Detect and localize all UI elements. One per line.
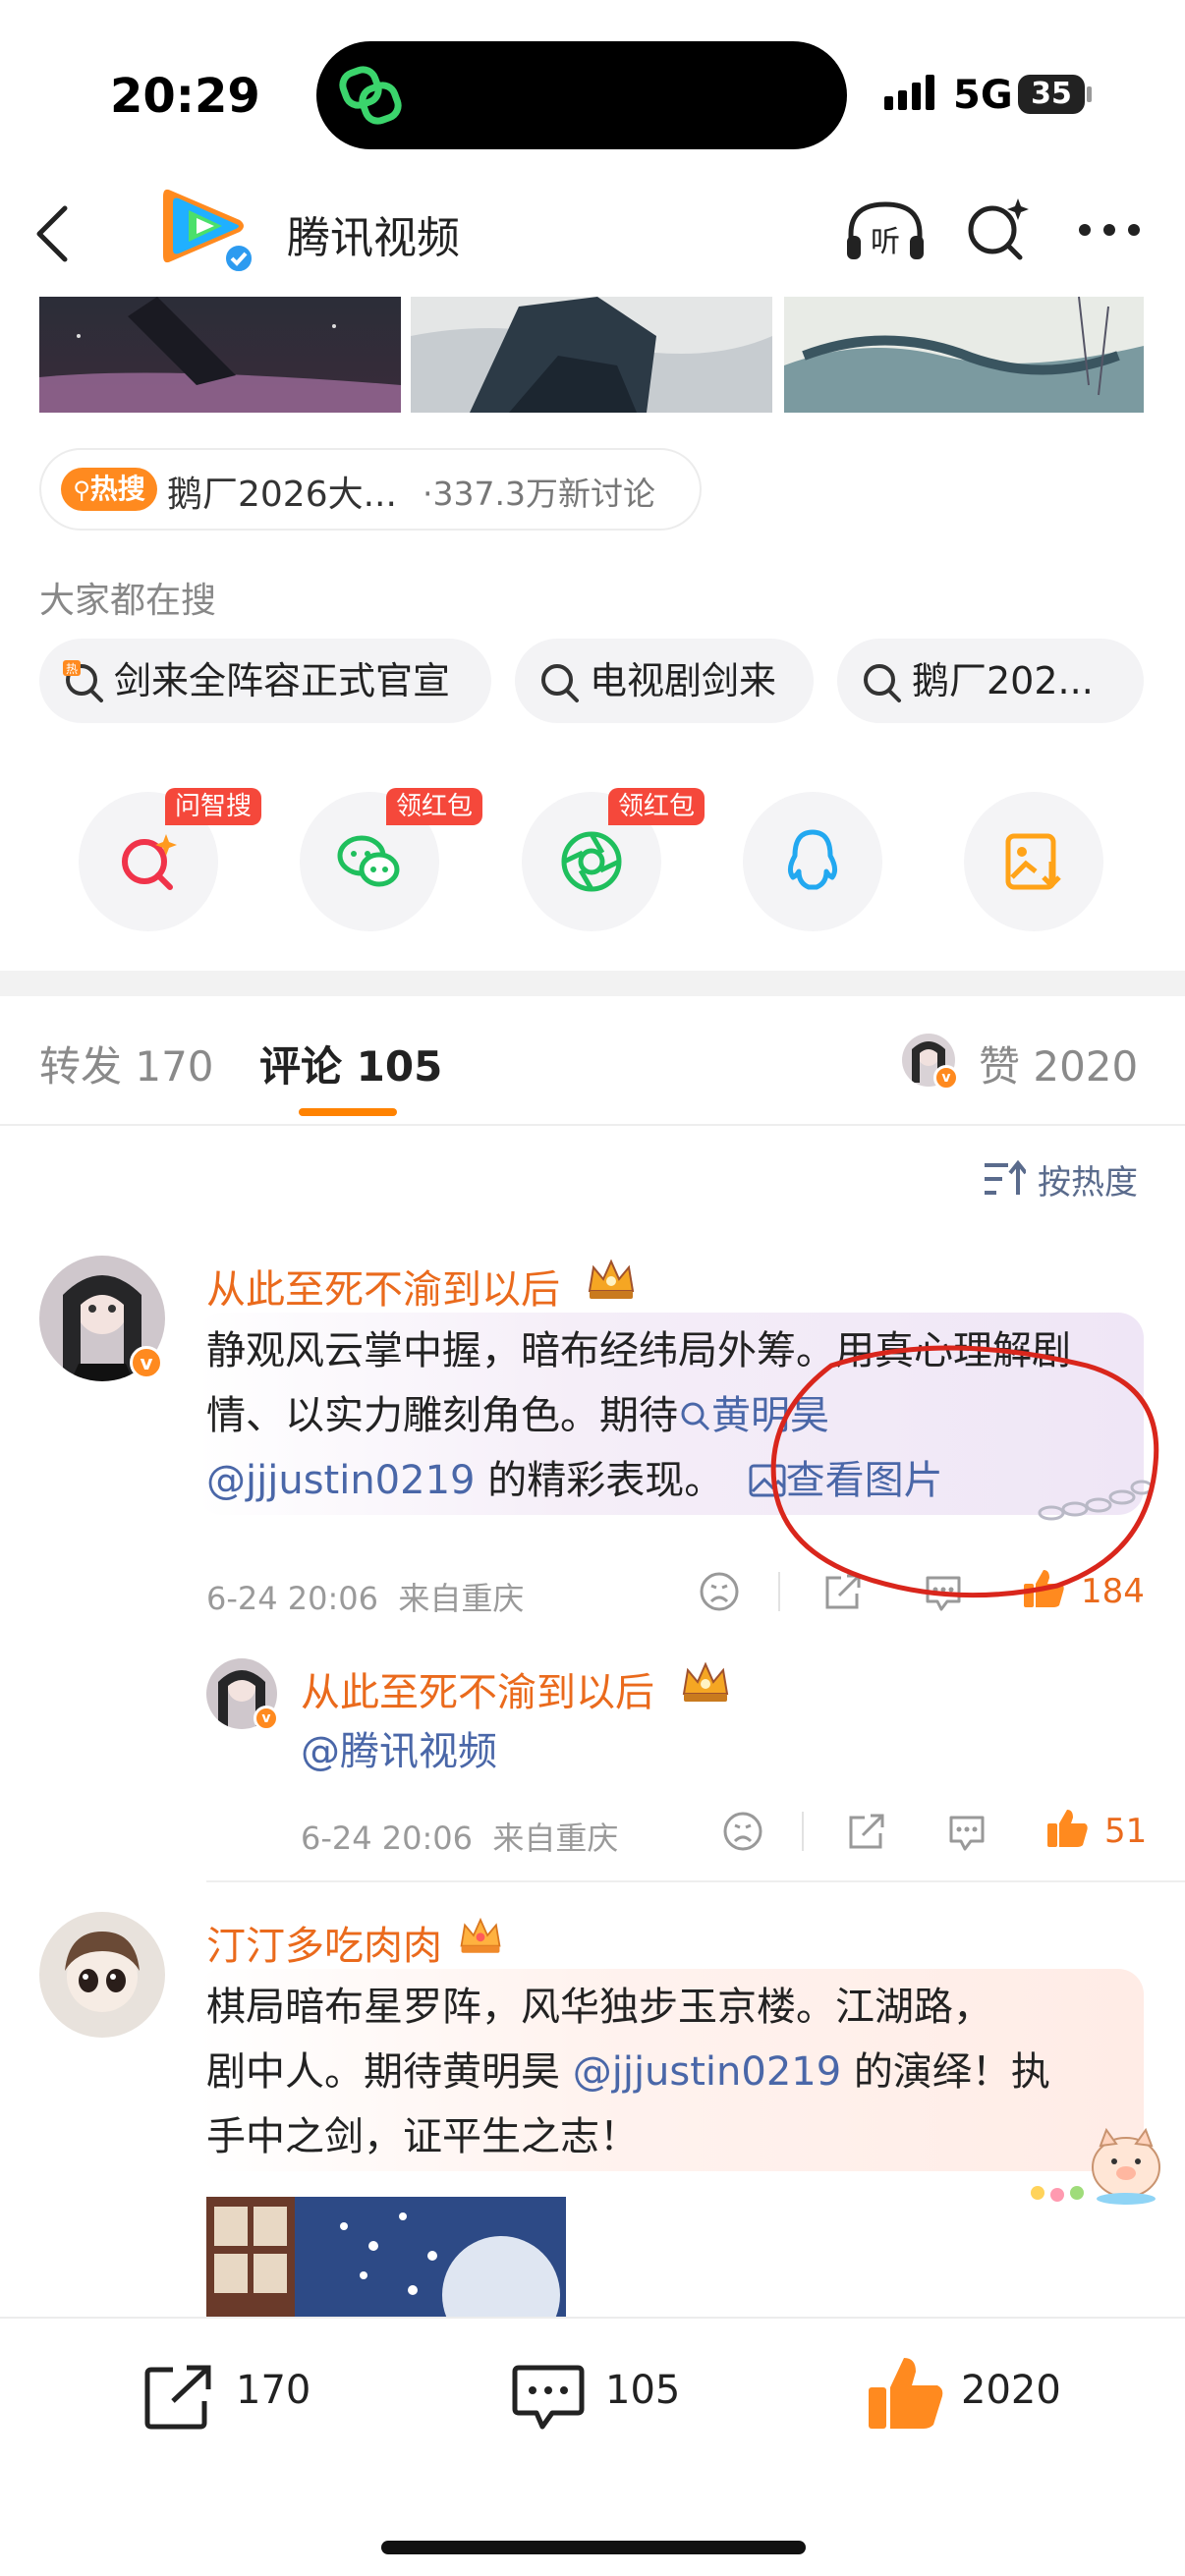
bottom-comment-count[interactable]: 105	[605, 2368, 680, 2413]
status-time: 20:29	[110, 69, 260, 124]
reply-mention[interactable]: @腾讯视频	[301, 1719, 497, 1784]
verified-badge: v	[254, 1706, 279, 1731]
bottom-like-count[interactable]: 2020	[961, 2368, 1061, 2413]
comment-text-tail: 的精彩表现。	[475, 1458, 724, 1503]
reply-username[interactable]: 从此至死不渝到以后	[301, 1660, 654, 1717]
thumbs-up-icon[interactable]	[865, 2352, 945, 2433]
wechat-icon	[337, 835, 400, 887]
tab-divider	[0, 1124, 1185, 1126]
tab-like[interactable]: 赞 2020	[979, 1034, 1138, 1093]
comment-line-3: 手中之剑，证平生之志！	[206, 2114, 639, 2159]
post-image-1[interactable]	[39, 297, 401, 413]
search-chip-2[interactable]: 电视剧剑来	[515, 639, 814, 723]
network-label: 5G	[953, 73, 1013, 118]
crown-badge-icon	[682, 1661, 729, 1702]
mention-link[interactable]: @jjjustin0219	[573, 2049, 841, 2095]
search-sparkle-icon[interactable]	[963, 195, 1032, 263]
chevron-left-icon[interactable]	[33, 204, 73, 263]
search-chip-3[interactable]: 鹅厂202...	[837, 639, 1144, 723]
comment-line-2a: 剧中人。期待黄明昊	[206, 2049, 573, 2095]
section-everyone-searching: 大家都在搜	[39, 581, 217, 621]
search-chip-label: 鹅厂202...	[912, 659, 1094, 702]
share-qq-button[interactable]	[743, 792, 882, 931]
tencent-video-logo[interactable]	[157, 177, 255, 275]
post-image-3[interactable]	[784, 297, 1144, 413]
search-icon	[864, 664, 901, 702]
reply-icon[interactable]	[945, 1810, 988, 1853]
search-chip-label: 剑来全阵容正式官宣	[114, 659, 451, 702]
comment-username[interactable]: 从此至死不渝到以后	[206, 1258, 560, 1315]
tab-active-indicator	[299, 1108, 397, 1116]
verified-badge: v	[933, 1065, 959, 1091]
tab-repost[interactable]: 转发 170	[39, 1034, 214, 1093]
headphones-icon[interactable]: 听	[843, 196, 928, 265]
ai-search-icon	[122, 834, 177, 890]
home-indicator	[381, 2541, 806, 2554]
reply-time: 6-24 20:06	[301, 1820, 474, 1857]
dislike-icon[interactable]	[698, 1570, 741, 1613]
crown-badge-icon	[588, 1259, 635, 1299]
comment-icon[interactable]	[511, 2362, 586, 2433]
bottom-bar-divider	[0, 2317, 1185, 2319]
annotation-circle-mark	[770, 1345, 1159, 1598]
search-chip-1[interactable]: 热 剑来全阵容正式官宣	[39, 639, 491, 723]
section-separator	[0, 971, 1185, 996]
reply-location: 来自重庆	[492, 1820, 619, 1857]
comment-divider	[206, 1880, 1185, 1882]
hot-search-icon: 热	[63, 660, 103, 702]
search-icon	[541, 664, 579, 702]
tab-comment[interactable]: 评论 105	[259, 1034, 442, 1093]
listen-label: 听	[871, 225, 900, 259]
comment-text: 棋局暗布星罗阵，风华独步玉京楼。江湖路， 剧中人。期待黄明昊 @jjjustin…	[206, 1975, 1140, 2169]
mention-link[interactable]: @jjjustin0219	[206, 1458, 475, 1503]
sort-by-hot[interactable]: 按热度	[1038, 1155, 1138, 1204]
pig-sticker-icon	[1031, 2127, 1160, 2205]
comment-location: 来自重庆	[398, 1580, 525, 1617]
dislike-icon[interactable]	[721, 1810, 764, 1853]
sort-icon[interactable]	[983, 1159, 1026, 1199]
more-dots-icon[interactable]	[1077, 222, 1142, 238]
repost-icon[interactable]	[143, 2362, 216, 2431]
hot-topic-count: ·337.3万新讨论	[423, 475, 655, 513]
like-count: 51	[1104, 1812, 1148, 1851]
avatar[interactable]	[39, 1912, 165, 2038]
save-image-icon	[1005, 833, 1061, 890]
share-badge-ai: 问智搜	[165, 788, 262, 825]
battery-icon: 35	[1018, 75, 1085, 114]
crown-badge-icon	[460, 1917, 501, 1953]
search-icon	[681, 1402, 710, 1431]
share-badge-moments: 领红包	[608, 788, 705, 825]
comment-time: 6-24 20:06	[206, 1580, 379, 1617]
svg-text:热: 热	[66, 662, 78, 676]
like-icon[interactable]	[1045, 1806, 1089, 1849]
moments-icon	[561, 831, 622, 892]
link-app-icon	[339, 66, 402, 125]
share-badge-wechat: 领红包	[386, 788, 483, 825]
page-title: 腾讯视频	[287, 213, 460, 263]
comment-image[interactable]	[206, 2197, 566, 2317]
bottom-repost-count[interactable]: 170	[236, 2368, 310, 2413]
verified-badge: v	[130, 1346, 163, 1379]
hot-topic-text[interactable]: 鹅厂2026大...	[167, 466, 397, 517]
comment-meta: 6-24 20:06 来自重庆	[206, 1574, 524, 1619]
reply-meta: 6-24 20:06 来自重庆	[301, 1814, 618, 1859]
battery-tip	[1087, 86, 1092, 102]
share-icon[interactable]	[845, 1810, 888, 1853]
hot-badge: ⚲热搜	[61, 468, 157, 511]
bottom-bar	[0, 2319, 1185, 2576]
share-save-image-button[interactable]	[964, 792, 1103, 931]
comment-line-2b: 的演绎！执	[841, 2049, 1050, 2095]
hot-badge-label: 热搜	[89, 473, 145, 505]
post-image-2[interactable]	[411, 297, 772, 413]
qq-icon	[787, 829, 838, 890]
comment-line-1: 棋局暗布星罗阵，风华独步玉京楼。江湖路，	[206, 1985, 992, 2030]
signal-icon	[884, 75, 934, 110]
comment-username[interactable]: 汀汀多吃肉肉	[206, 1914, 442, 1971]
search-chip-label: 电视剧剑来	[590, 659, 777, 702]
action-divider	[802, 1812, 804, 1851]
